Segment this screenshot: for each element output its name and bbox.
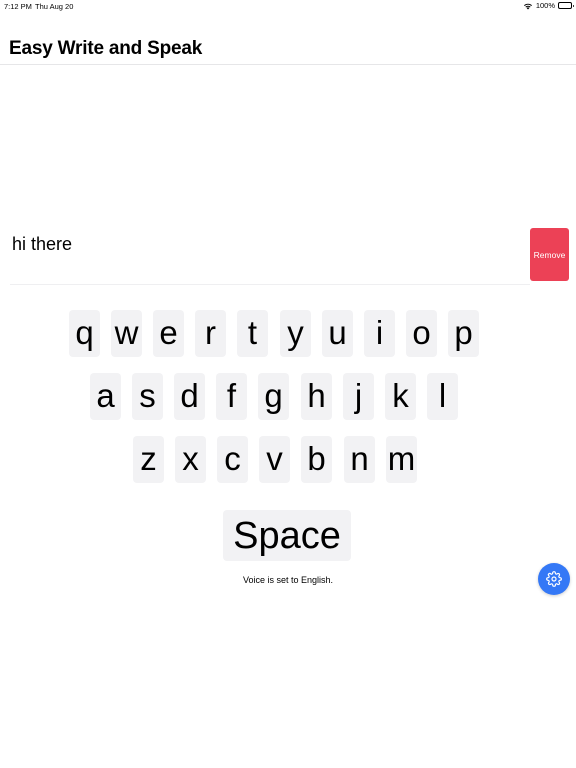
remove-button[interactable]: Remove (530, 228, 569, 281)
key-h[interactable]: h (301, 373, 332, 420)
wifi-icon (523, 2, 533, 10)
settings-button[interactable] (538, 563, 570, 595)
key-j[interactable]: j (343, 373, 374, 420)
key-k[interactable]: k (385, 373, 416, 420)
key-s[interactable]: s (132, 373, 163, 420)
key-d[interactable]: d (174, 373, 205, 420)
key-z[interactable]: z (133, 436, 164, 483)
key-n[interactable]: n (344, 436, 375, 483)
key-t[interactable]: t (237, 310, 268, 357)
key-f[interactable]: f (216, 373, 247, 420)
gear-icon (546, 571, 562, 587)
key-o[interactable]: o (406, 310, 437, 357)
key-c[interactable]: c (217, 436, 248, 483)
nav-divider (0, 64, 576, 65)
page-title: Easy Write and Speak (9, 38, 203, 59)
battery-percent: 100% (535, 1, 555, 10)
space-key[interactable]: Space (223, 510, 351, 561)
key-x[interactable]: x (175, 436, 206, 483)
key-g[interactable]: g (258, 373, 289, 420)
row-divider (10, 284, 530, 285)
key-w[interactable]: w (111, 310, 142, 357)
status-time: 7:12 PM (4, 2, 32, 11)
key-u[interactable]: u (322, 310, 353, 357)
status-bar: 7:12 PM Thu Aug 20 100% (0, 0, 576, 12)
key-v[interactable]: v (259, 436, 290, 483)
status-indicators: 100% (523, 1, 574, 10)
battery-icon (558, 2, 574, 9)
status-date: Thu Aug 20 (35, 2, 74, 11)
key-r[interactable]: r (195, 310, 226, 357)
key-i[interactable]: i (364, 310, 395, 357)
key-a[interactable]: a (90, 373, 121, 420)
key-b[interactable]: b (301, 436, 332, 483)
key-l[interactable]: l (427, 373, 458, 420)
key-e[interactable]: e (153, 310, 184, 357)
voice-status: Voice is set to English. (242, 575, 334, 585)
text-entry-value: hi there (12, 234, 73, 254)
key-q[interactable]: q (69, 310, 100, 357)
key-p[interactable]: p (448, 310, 479, 357)
text-entry-row: hi there Remove (10, 228, 570, 284)
key-m[interactable]: m (386, 436, 417, 483)
key-y[interactable]: y (280, 310, 311, 357)
